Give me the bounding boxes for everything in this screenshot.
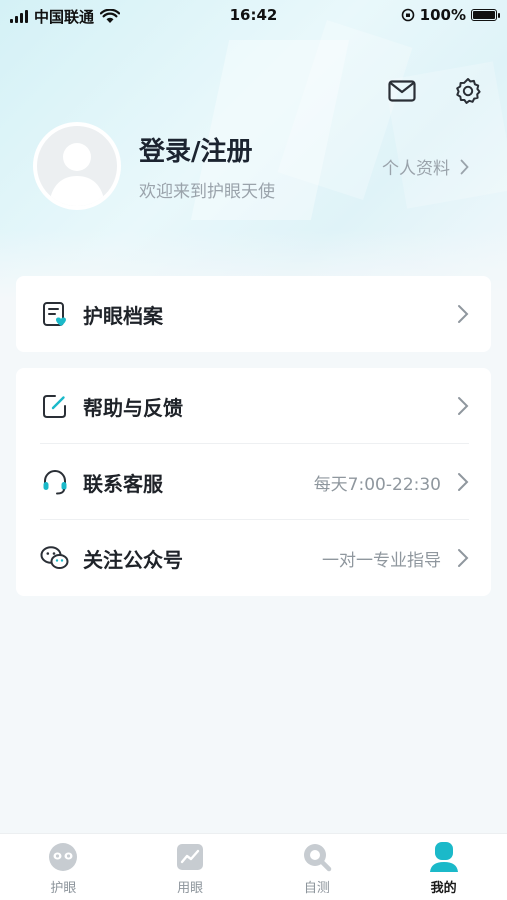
menu-item-label: 关注公众号 bbox=[83, 547, 183, 572]
chevron-right-icon bbox=[458, 473, 469, 491]
chevron-right-icon bbox=[458, 397, 469, 415]
eye-file-icon bbox=[40, 299, 70, 329]
tab-eye-care[interactable]: 护眼 bbox=[0, 834, 127, 900]
chevron-right-icon bbox=[458, 305, 469, 323]
menu-item-contact-service[interactable]: 联系客服 每天7:00-22:30 bbox=[16, 444, 491, 520]
profile-link[interactable]: 个人资料 bbox=[382, 154, 469, 179]
edit-feedback-icon bbox=[40, 391, 70, 421]
mail-icon[interactable] bbox=[387, 76, 417, 106]
profile-link-label: 个人资料 bbox=[382, 159, 450, 179]
chevron-right-icon bbox=[458, 549, 469, 567]
tab-mine[interactable]: 我的 bbox=[380, 834, 507, 900]
tab-eye-usage[interactable]: 用眼 bbox=[127, 834, 254, 900]
menu-item-follow-official-account[interactable]: 关注公众号 一对一专业指导 bbox=[16, 520, 491, 596]
welcome-subtitle: 欢迎来到护眼天使 bbox=[139, 182, 275, 202]
menu-item-help-feedback[interactable]: 帮助与反馈 bbox=[16, 368, 491, 444]
avatar[interactable] bbox=[33, 122, 121, 210]
official-account-note: 一对一专业指导 bbox=[322, 550, 441, 571]
menu-item-eye-archive[interactable]: 护眼档案 bbox=[16, 276, 491, 352]
menu-item-label: 护眼档案 bbox=[83, 303, 163, 328]
headset-icon bbox=[40, 467, 70, 497]
tab-label: 用眼 bbox=[177, 881, 204, 896]
tab-label: 自测 bbox=[303, 881, 330, 896]
bottom-tab-bar: 护眼 用眼 自测 我的 bbox=[0, 833, 507, 900]
service-hours: 每天7:00-22:30 bbox=[313, 474, 441, 495]
wechat-icon bbox=[40, 543, 70, 573]
gear-icon[interactable] bbox=[453, 76, 483, 106]
orientation-lock-icon bbox=[401, 8, 414, 22]
support-card: 帮助与反馈 联系客服 每天7:00-22:30 关注公众号 一对一专业指导 bbox=[16, 368, 491, 596]
menu-item-label: 联系客服 bbox=[83, 471, 163, 496]
login-register-title[interactable]: 登录/注册 bbox=[139, 131, 253, 168]
battery-icon bbox=[471, 9, 500, 21]
user-icon bbox=[428, 841, 460, 873]
tab-label: 我的 bbox=[430, 881, 457, 896]
tab-self-test[interactable]: 自测 bbox=[254, 834, 381, 900]
chart-icon bbox=[174, 841, 206, 873]
status-bar: 中国联通 16:42 100% bbox=[0, 0, 507, 30]
tab-label: 护眼 bbox=[50, 881, 77, 896]
archive-card: 护眼档案 bbox=[16, 276, 491, 352]
search-icon bbox=[301, 841, 333, 873]
eye-care-icon bbox=[47, 841, 79, 873]
battery-percent: 100% bbox=[419, 6, 466, 24]
menu-item-label: 帮助与反馈 bbox=[83, 395, 183, 420]
chevron-right-icon bbox=[460, 159, 469, 174]
